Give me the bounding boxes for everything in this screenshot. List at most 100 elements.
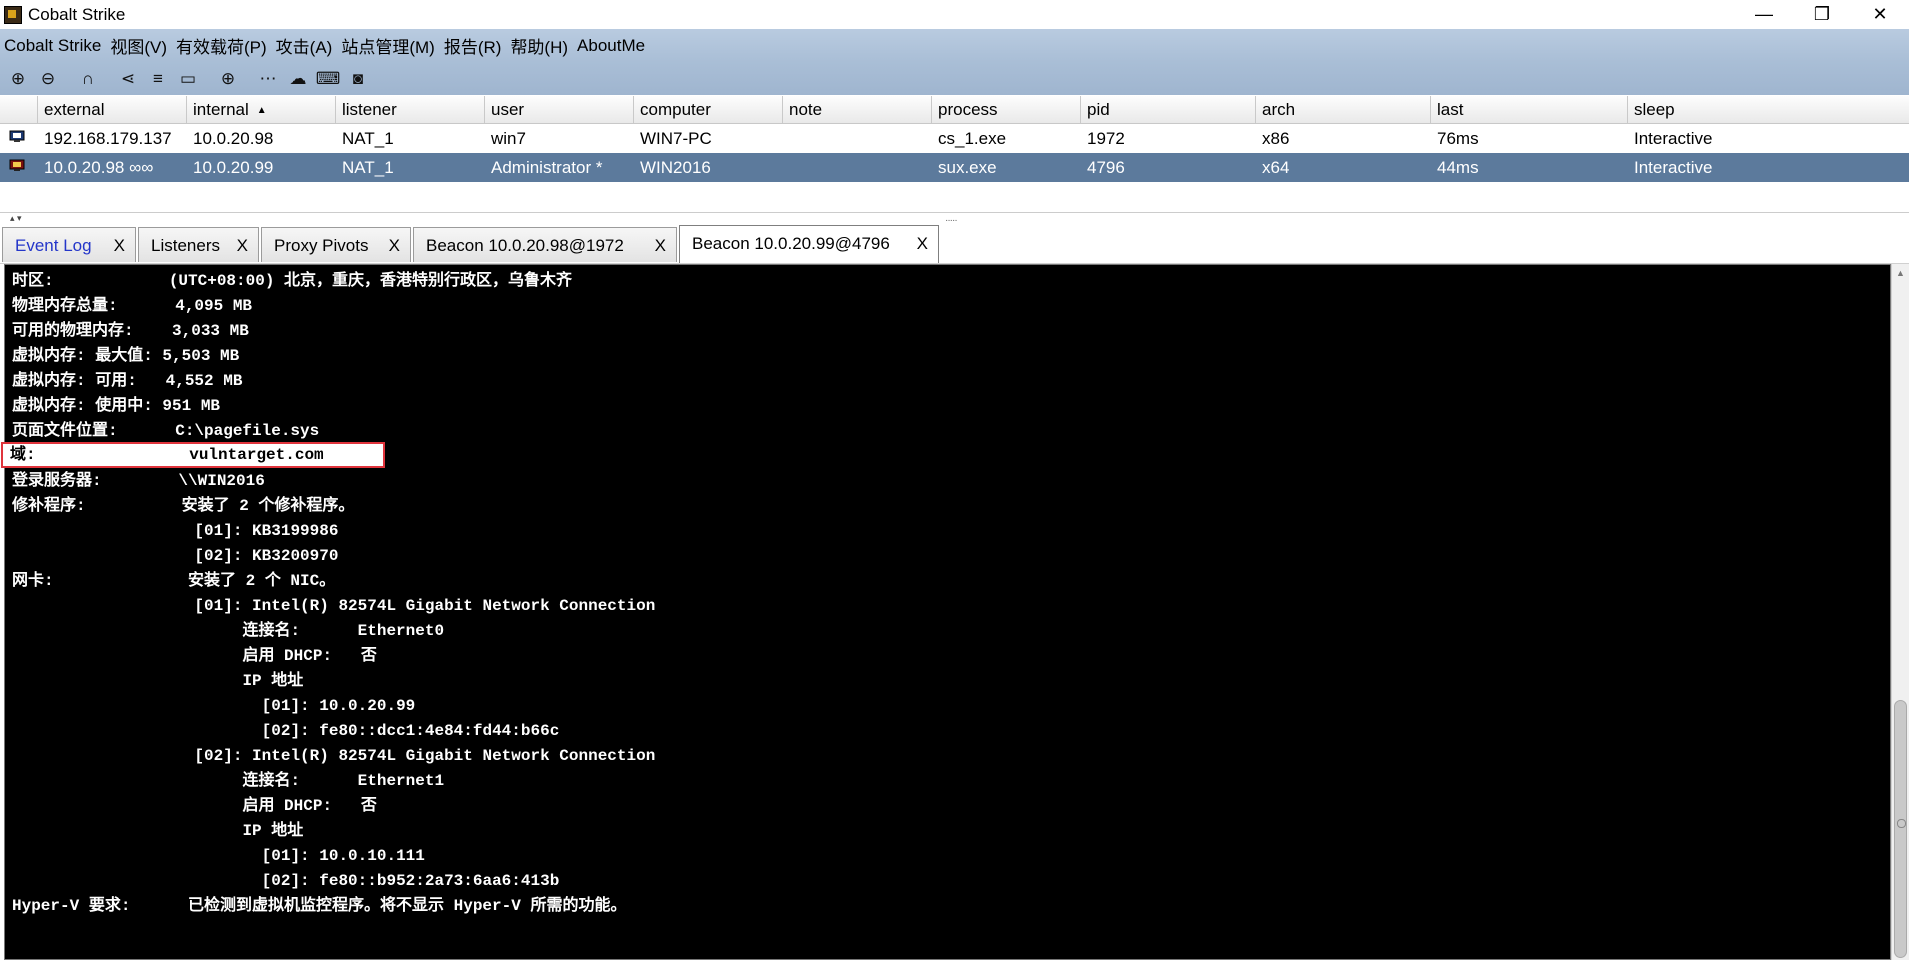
split-pane-divider[interactable]: ▴ ▾ ····· xyxy=(0,212,1909,228)
column-header-arch[interactable]: arch xyxy=(1256,96,1431,123)
divider-grip-icon[interactable]: ····· xyxy=(945,215,958,226)
column-header-label: arch xyxy=(1262,100,1296,119)
session-row-selected[interactable]: 10.0.20.98 ∞∞ 10.0.20.99 NAT_1 Administr… xyxy=(0,153,1909,182)
title-bar: Cobalt Strike — ❐ ✕ xyxy=(0,0,1909,29)
column-header-label: computer xyxy=(640,100,711,119)
headphones-listeners-icon[interactable]: ∩ xyxy=(76,67,100,91)
console-line: [02]: Intel(R) 82574L Gigabit Network Co… xyxy=(12,747,656,765)
tab-label: Beacon 10.0.20.98@1972 xyxy=(426,236,624,255)
console-line: 登录服务器: \\WIN2016 xyxy=(12,472,265,490)
console-line: IP 地址 xyxy=(12,672,304,690)
column-header-label: note xyxy=(789,100,823,119)
disconnect-icon[interactable]: ⊖ xyxy=(36,67,60,91)
menu-view[interactable]: 视图(V) xyxy=(106,33,172,58)
cell-external: 192.168.179.137 xyxy=(44,129,172,148)
column-header-sleep[interactable]: sleep xyxy=(1628,96,1909,123)
menu-aboutme[interactable]: AboutMe xyxy=(573,36,650,56)
tab-proxy-pivots[interactable]: Proxy Pivots X xyxy=(261,227,411,262)
sessions-table-header: external internal ▲ listener user compute… xyxy=(0,96,1909,124)
column-header-computer[interactable]: computer xyxy=(634,96,783,123)
column-header-label: user xyxy=(491,100,525,119)
targets-icon[interactable]: ▭ xyxy=(176,67,200,91)
menu-site-management[interactable]: 站点管理(M) xyxy=(337,33,439,58)
console-line: 启用 DHCP: 否 xyxy=(12,647,377,665)
credentials-icon[interactable]: ⋯ xyxy=(256,67,280,91)
menu-help[interactable]: 帮助(H) xyxy=(506,33,573,58)
column-header-last[interactable]: last xyxy=(1431,96,1628,123)
new-connection-icon[interactable]: ⊕ xyxy=(6,67,30,91)
menu-bar: Cobalt Strike 视图(V) 有效载荷(P) 攻击(A) 站点管理(M… xyxy=(0,29,1909,62)
tab-label: Event Log xyxy=(15,236,92,255)
menu-payloads[interactable]: 有效载荷(P) xyxy=(172,33,272,58)
console-line: 连接名: Ethernet0 xyxy=(12,622,445,640)
tab-close-button[interactable]: X xyxy=(389,228,400,263)
divider-collapse-arrows-icon[interactable]: ▴ ▾ xyxy=(10,213,22,224)
console-line: [02]: fe80::dcc1:4e84:fd44:b66c xyxy=(12,722,560,740)
close-button[interactable]: ✕ xyxy=(1851,0,1909,29)
icon-column-header[interactable] xyxy=(0,96,38,123)
column-header-label: pid xyxy=(1087,100,1110,119)
column-header-label: sleep xyxy=(1634,100,1675,119)
column-header-label: internal xyxy=(193,100,249,119)
console-line: IP 地址 xyxy=(12,822,304,840)
console-line: 可用的物理内存: 3,033 MB xyxy=(12,322,249,340)
cell-arch: x64 xyxy=(1262,158,1290,177)
column-header-user[interactable]: user xyxy=(485,96,634,123)
scroll-up-arrow-icon[interactable]: ▲ xyxy=(1896,268,1905,278)
column-header-label: process xyxy=(938,100,998,119)
console-line: 连接名: Ethernet1 xyxy=(12,772,445,790)
web-log-icon[interactable]: ⊕ xyxy=(216,67,240,91)
cobalt-strike-app-icon xyxy=(4,5,22,24)
tab-close-button[interactable]: X xyxy=(917,226,928,261)
cell-pid: 1972 xyxy=(1087,129,1125,148)
tab-beacon-4796[interactable]: Beacon 10.0.20.99@4796 X xyxy=(679,225,939,263)
session-table-icon[interactable]: ≡ xyxy=(146,67,170,91)
screenshots-icon[interactable]: ◙ xyxy=(346,67,370,91)
pivot-graph-icon[interactable]: ⋖ xyxy=(116,67,140,91)
cell-listener: NAT_1 xyxy=(342,129,394,148)
column-header-external[interactable]: external xyxy=(38,96,187,123)
window-controls: — ❐ ✕ xyxy=(1735,0,1909,29)
column-header-process[interactable]: process xyxy=(932,96,1081,123)
thumb-grip-icon xyxy=(1897,819,1906,828)
cell-note xyxy=(783,124,932,153)
beacon-host-admin-icon xyxy=(9,159,25,171)
menu-cobalt-strike[interactable]: Cobalt Strike xyxy=(0,36,106,56)
tab-event-log[interactable]: Event Log X xyxy=(2,227,136,262)
column-header-listener[interactable]: listener xyxy=(336,96,485,123)
tab-beacon-1972[interactable]: Beacon 10.0.20.98@1972 X xyxy=(413,227,677,262)
beacon-console-output[interactable]: 时区: (UTC+08:00) 北京，重庆，香港特别行政区，乌鲁木齐 物理内存总… xyxy=(4,264,1891,960)
console-lines: 时区: (UTC+08:00) 北京，重庆，香港特别行政区，乌鲁木齐 物理内存总… xyxy=(12,269,655,919)
console-line: [01]: KB3199986 xyxy=(12,522,339,540)
minimize-button[interactable]: — xyxy=(1735,0,1793,29)
console-line: 启用 DHCP: 否 xyxy=(12,797,377,815)
menu-reports[interactable]: 报告(R) xyxy=(440,33,507,58)
cell-listener: NAT_1 xyxy=(342,158,394,177)
tab-close-button[interactable]: X xyxy=(237,228,248,263)
console-line: 网卡: 安装了 2 个 NIC。 xyxy=(12,572,336,590)
console-line: 虚拟内存: 使用中: 951 MB xyxy=(12,397,221,415)
console-line: [02]: fe80::b952:2a73:6aa6:413b xyxy=(12,872,560,890)
keystrokes-icon[interactable]: ⌨ xyxy=(316,67,341,91)
console-line: 虚拟内存: 最大值: 5,503 MB xyxy=(12,347,240,365)
session-row[interactable]: 192.168.179.137 10.0.20.98 NAT_1 win7 WI… xyxy=(0,124,1909,153)
scrollbar-thumb[interactable] xyxy=(1894,700,1907,958)
column-header-internal[interactable]: internal ▲ xyxy=(187,96,336,123)
menu-attacks[interactable]: 攻击(A) xyxy=(272,33,338,58)
restore-button[interactable]: ❐ xyxy=(1793,0,1851,29)
column-header-label: listener xyxy=(342,100,397,119)
tab-bar: Event Log X Listeners X Proxy Pivots X B… xyxy=(0,225,1909,264)
console-line: 虚拟内存: 可用: 4,552 MB xyxy=(12,372,243,390)
console-line: 修补程序: 安装了 2 个修补程序。 xyxy=(12,497,355,515)
cell-internal: 10.0.20.98 xyxy=(193,129,274,148)
cell-last: 44ms xyxy=(1437,158,1479,177)
console-scrollbar[interactable]: ▲ xyxy=(1891,264,1909,960)
cell-user: win7 xyxy=(491,129,526,148)
cell-external: 10.0.20.98 ∞∞ xyxy=(44,158,154,177)
downloads-icon[interactable]: ☁ xyxy=(286,67,310,91)
tab-close-button[interactable]: X xyxy=(655,228,666,263)
column-header-pid[interactable]: pid xyxy=(1081,96,1256,123)
tab-listeners[interactable]: Listeners X xyxy=(138,227,259,262)
column-header-note[interactable]: note xyxy=(783,96,932,123)
tab-close-button[interactable]: X xyxy=(114,228,125,263)
